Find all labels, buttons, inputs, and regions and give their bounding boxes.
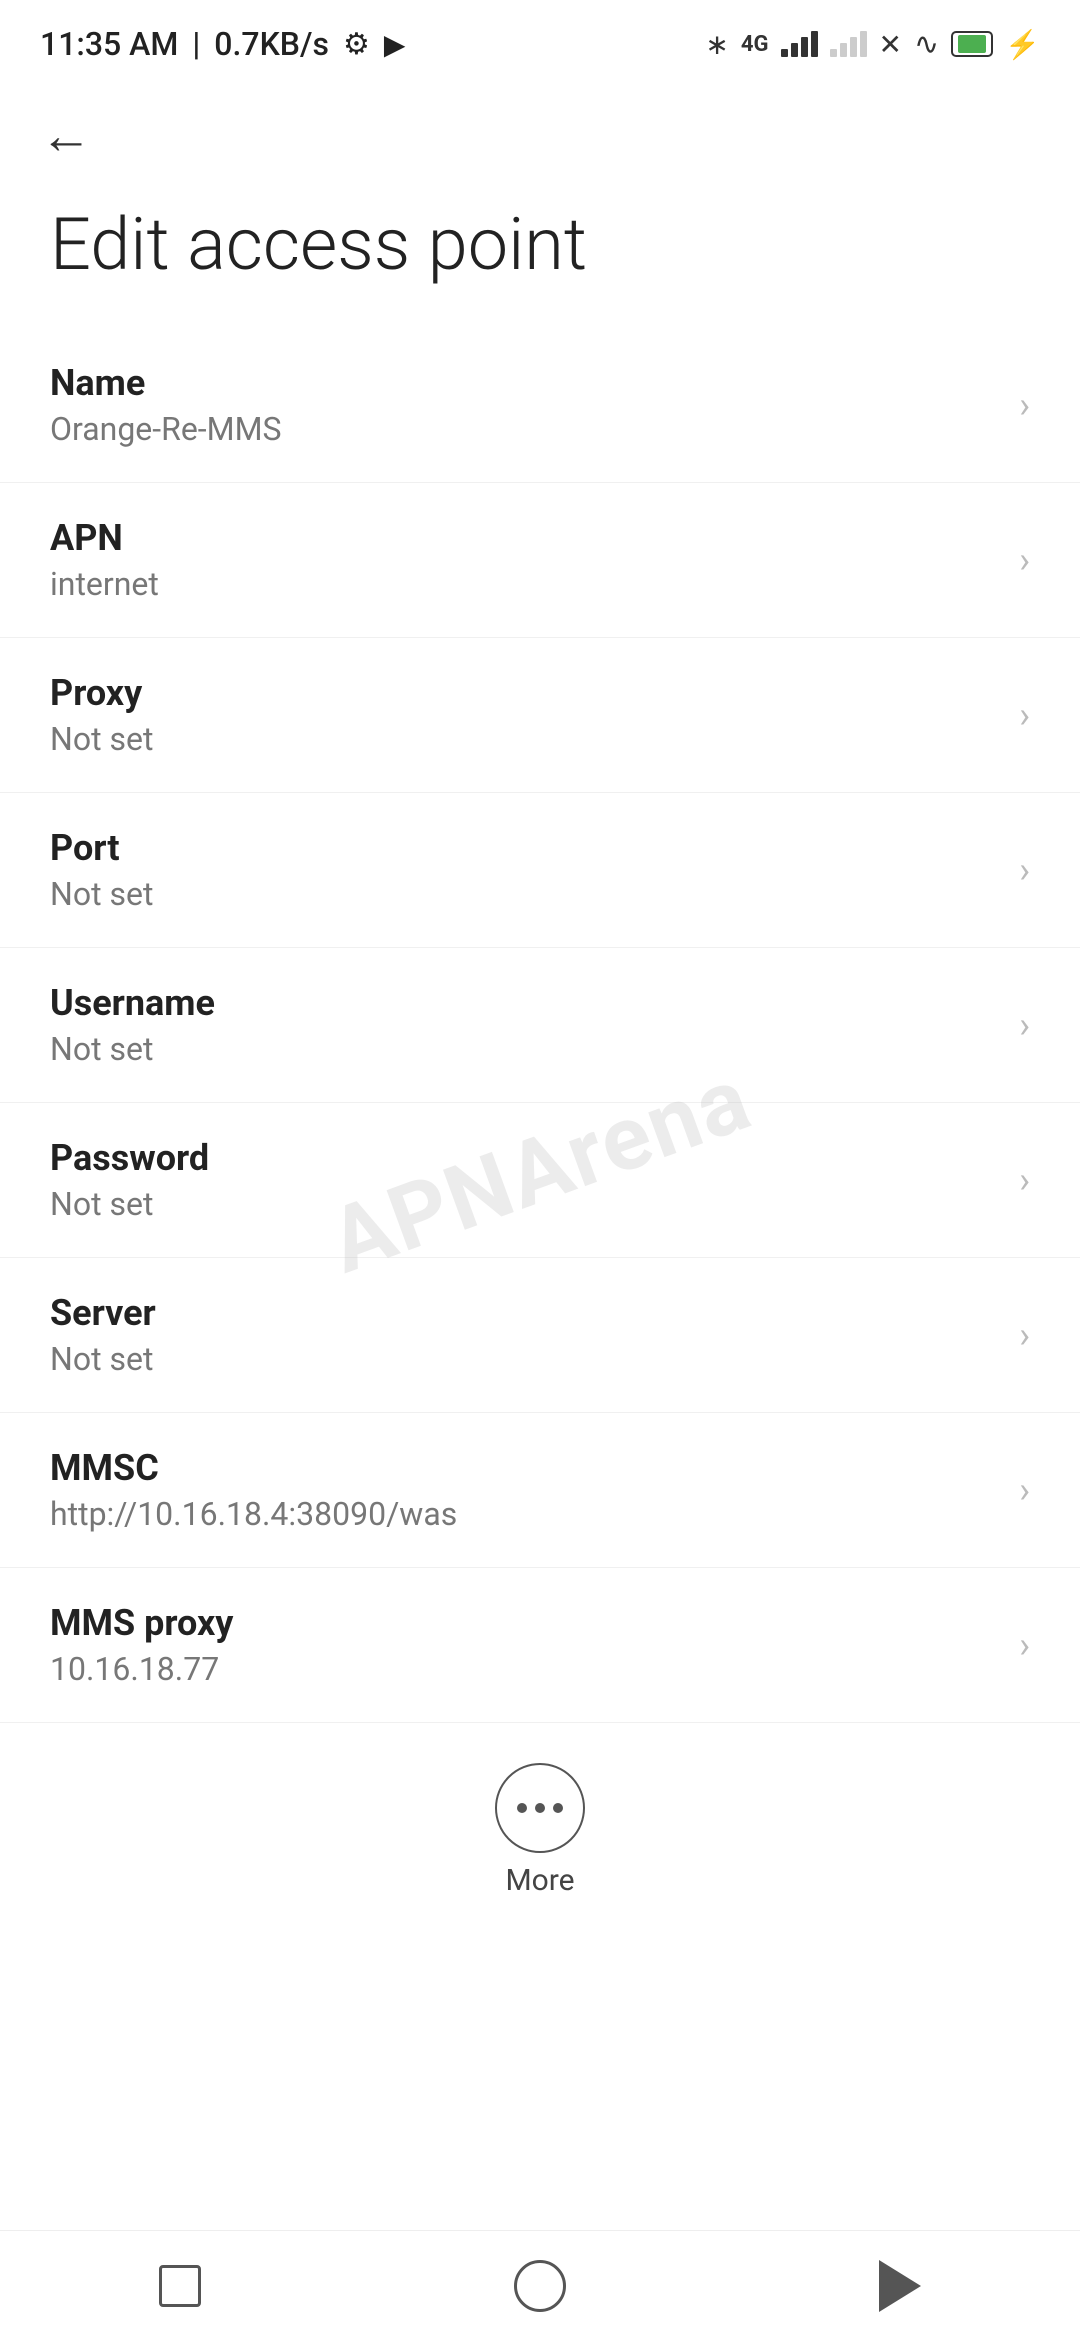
battery-indicator: [951, 31, 993, 57]
chevron-right-icon: ›: [1019, 1159, 1030, 1201]
settings-item-mmsc[interactable]: MMSC http://10.16.18.4:38090/was ›: [0, 1413, 1080, 1568]
chevron-right-icon: ›: [1019, 1004, 1030, 1046]
settings-label: Name: [50, 362, 999, 404]
back-nav-button[interactable]: [860, 2246, 940, 2326]
settings-label: Proxy: [50, 672, 999, 714]
chevron-right-icon: ›: [1019, 539, 1030, 581]
top-navigation: ←: [0, 80, 1080, 172]
settings-label: APN: [50, 517, 999, 559]
settings-item-content: Proxy Not set: [50, 672, 999, 758]
more-label: More: [505, 1863, 574, 1898]
chevron-right-icon: ›: [1019, 849, 1030, 891]
no-signal-icon: ✕: [879, 28, 902, 61]
speed-display: |: [192, 25, 200, 63]
settings-label: MMS proxy: [50, 1602, 999, 1644]
chevron-right-icon: ›: [1019, 694, 1030, 736]
network-speed: 0.7KB/s: [214, 25, 329, 63]
chevron-right-icon: ›: [1019, 1469, 1030, 1511]
home-button[interactable]: [500, 2246, 580, 2326]
chevron-right-icon: ›: [1019, 1314, 1030, 1356]
settings-label: Server: [50, 1292, 999, 1334]
chevron-right-icon: ›: [1019, 1624, 1030, 1666]
settings-item-content: Username Not set: [50, 982, 999, 1068]
settings-item-name[interactable]: Name Orange-Re-MMS ›: [0, 328, 1080, 483]
settings-label: Password: [50, 1137, 999, 1179]
more-button[interactable]: [495, 1763, 585, 1853]
settings-item-content: Port Not set: [50, 827, 999, 913]
status-bar: 11:35 AM | 0.7KB/s ⚙ ▶ ∗ 4G ✕ ∿ ⚡: [0, 0, 1080, 80]
settings-list: Name Orange-Re-MMS › APN internet › Prox…: [0, 328, 1080, 1723]
network-4g-icon: 4G: [741, 32, 769, 57]
settings-icon: ⚙: [343, 27, 370, 62]
back-button[interactable]: ←: [40, 105, 92, 166]
dot-1: [517, 1803, 527, 1813]
settings-item-mms-proxy[interactable]: MMS proxy 10.16.18.77 ›: [0, 1568, 1080, 1723]
recents-icon: [159, 2265, 201, 2307]
settings-item-content: Password Not set: [50, 1137, 999, 1223]
settings-item-content: Name Orange-Re-MMS: [50, 362, 999, 448]
settings-value: internet: [50, 565, 999, 603]
settings-item-content: APN internet: [50, 517, 999, 603]
dot-2: [535, 1803, 545, 1813]
settings-label: Username: [50, 982, 999, 1024]
settings-item-content: Server Not set: [50, 1292, 999, 1378]
signal-bars-2: [830, 31, 867, 57]
dot-3: [553, 1803, 563, 1813]
recents-button[interactable]: [140, 2246, 220, 2326]
page-title: Edit access point: [0, 172, 1080, 328]
settings-value: Not set: [50, 875, 999, 913]
settings-item-password[interactable]: Password Not set ›: [0, 1103, 1080, 1258]
settings-label: Port: [50, 827, 999, 869]
settings-item-username[interactable]: Username Not set ›: [0, 948, 1080, 1103]
home-icon: [514, 2260, 566, 2312]
settings-item-port[interactable]: Port Not set ›: [0, 793, 1080, 948]
settings-label: MMSC: [50, 1447, 999, 1489]
signal-bars-1: [781, 31, 818, 57]
video-icon: ▶: [384, 28, 406, 61]
settings-value: Not set: [50, 1340, 999, 1378]
chevron-right-icon: ›: [1019, 384, 1030, 426]
time-display: 11:35 AM: [40, 25, 178, 63]
wifi-icon: ∿: [914, 27, 939, 62]
settings-item-proxy[interactable]: Proxy Not set ›: [0, 638, 1080, 793]
more-dots-icon: [517, 1803, 563, 1813]
status-right: ∗ 4G ✕ ∿ ⚡: [705, 27, 1040, 62]
settings-value: http://10.16.18.4:38090/was: [50, 1495, 999, 1533]
back-icon: [879, 2260, 921, 2312]
bluetooth-icon: ∗: [705, 28, 728, 61]
settings-value: Orange-Re-MMS: [50, 410, 999, 448]
more-section: More: [0, 1723, 1080, 1928]
settings-value: Not set: [50, 1030, 999, 1068]
settings-item-content: MMS proxy 10.16.18.77: [50, 1602, 999, 1688]
charging-icon: ⚡: [1005, 28, 1040, 61]
settings-item-apn[interactable]: APN internet ›: [0, 483, 1080, 638]
settings-item-content: MMSC http://10.16.18.4:38090/was: [50, 1447, 999, 1533]
battery-fill: [958, 35, 986, 53]
settings-value: Not set: [50, 720, 999, 758]
bottom-navigation: [0, 2230, 1080, 2340]
status-left: 11:35 AM | 0.7KB/s ⚙ ▶: [40, 25, 405, 63]
settings-item-server[interactable]: Server Not set ›: [0, 1258, 1080, 1413]
settings-value: 10.16.18.77: [50, 1650, 999, 1688]
settings-value: Not set: [50, 1185, 999, 1223]
